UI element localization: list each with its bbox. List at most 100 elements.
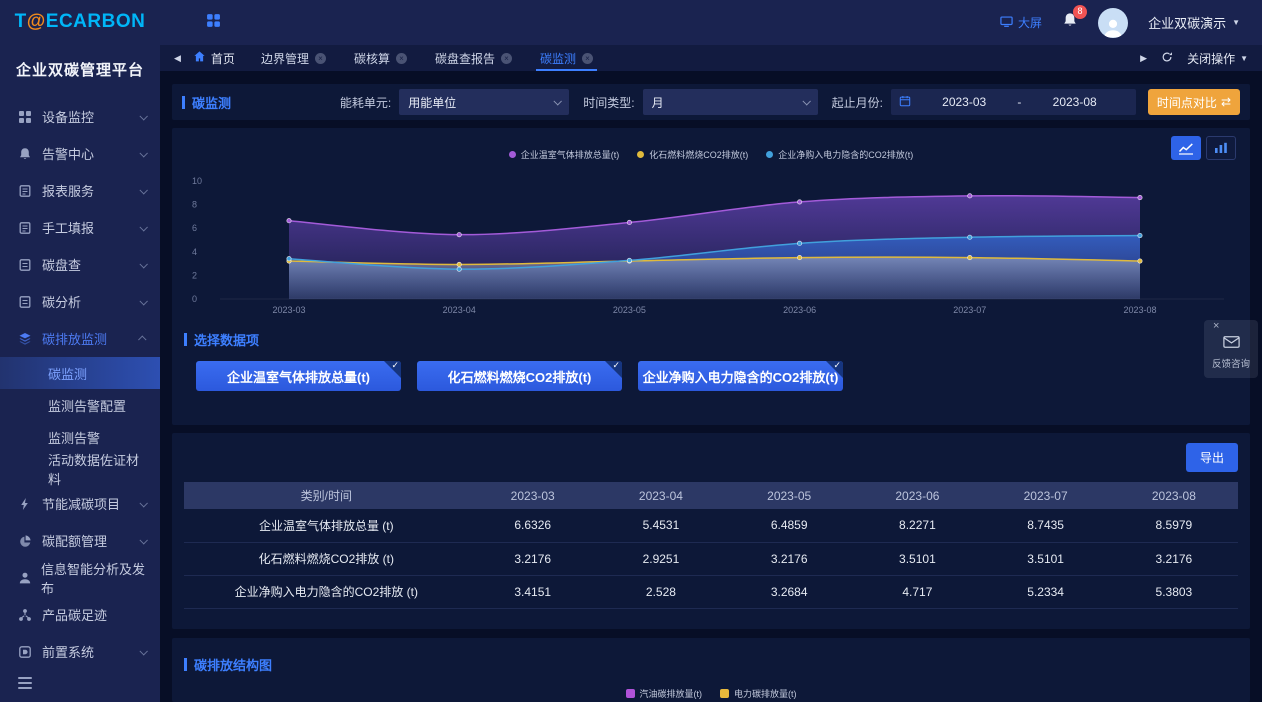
person-icon	[18, 570, 32, 585]
tab-3[interactable]: 碳监测×	[540, 45, 593, 71]
legend-label: 电力碳排放量(t)	[734, 687, 797, 700]
svg-text:2023-05: 2023-05	[613, 305, 646, 315]
tab-1[interactable]: 碳核算×	[354, 45, 407, 71]
structure-legend-item[interactable]: 电力碳排放量(t)	[720, 687, 797, 700]
svg-text:2: 2	[192, 270, 197, 280]
select-data-header: 选择数据项	[184, 330, 1238, 349]
legend-label: 企业净购入电力隐含的CO2排放(t)	[778, 148, 913, 161]
sidebar-item-label: 产品碳足迹	[42, 605, 107, 624]
sidebar-item-14[interactable]: 产品碳足迹	[0, 596, 160, 633]
legend-item[interactable]: 化石燃料燃烧CO2排放(t)	[637, 148, 748, 161]
sidebar-item-6[interactable]: 碳排放监测	[0, 320, 160, 357]
table-cell: 3.5101	[982, 542, 1110, 575]
tab-0[interactable]: 边界管理 ×	[261, 45, 326, 71]
tabs-scroll-left-icon[interactable]: ◀	[174, 53, 181, 64]
tab-2[interactable]: 碳盘查报告×	[435, 45, 512, 71]
notification-badge: 8	[1073, 5, 1087, 19]
legend-item[interactable]: 企业温室气体排放总量(t)	[509, 148, 620, 161]
org-switcher[interactable]: 企业双碳演示 ▼	[1148, 13, 1240, 32]
data-item-button-1[interactable]: 化石燃料燃烧CO2排放(t)✓	[417, 361, 622, 391]
sidebar-item-13[interactable]: 信息智能分析及发布	[0, 559, 160, 596]
sidebar-item-label: 碳配额管理	[42, 531, 107, 550]
sidebar-item-label: 手工填报	[42, 218, 94, 237]
sidebar-item-3[interactable]: 手工填报	[0, 209, 160, 246]
sidebar-item-15[interactable]: 前置系统	[0, 633, 160, 670]
table-cell: 3.2684	[725, 575, 853, 608]
date-range-input[interactable]: 2023-03 - 2023-08	[891, 89, 1136, 115]
chevron-down-icon	[139, 297, 147, 305]
notifications-button[interactable]: 8	[1062, 12, 1078, 33]
date-range-label: 起止月份:	[832, 94, 883, 111]
caret-down-icon: ▼	[1232, 18, 1240, 27]
sidebar-item-11[interactable]: 节能减碳项目	[0, 485, 160, 522]
app-root: T@ECARBON 企业双碳管理平台 设备监控告警中心报表服务手工填报碳盘查碳分…	[0, 0, 1262, 702]
svg-text:0: 0	[192, 294, 197, 304]
tab-close-icon[interactable]: ×	[582, 53, 593, 64]
emissions-table: 类别/时间2023-032023-042023-052023-062023-07…	[184, 482, 1238, 609]
calendar-icon	[899, 95, 911, 110]
legend-dot-icon	[637, 151, 644, 158]
title-accent-bar	[182, 96, 185, 109]
sidebar-subitem-8[interactable]: 监测告警配置	[0, 389, 160, 421]
export-button[interactable]: 导出	[1186, 443, 1238, 472]
check-icon: ✓	[391, 360, 399, 371]
sidebar-item-5[interactable]: 碳分析	[0, 283, 160, 320]
tab-close-icon[interactable]: ×	[315, 53, 326, 64]
time-type-value: 月	[652, 94, 664, 111]
legend-item[interactable]: 企业净购入电力隐含的CO2排放(t)	[766, 148, 913, 161]
chevron-down-icon	[139, 499, 147, 507]
structure-legend: 汽油碳排放量(t) 电力碳排放量(t)	[184, 687, 1238, 700]
table-row: 企业温室气体排放总量 (t)6.63265.45316.48598.22718.…	[184, 509, 1238, 542]
structure-legend-item[interactable]: 汽油碳排放量(t)	[626, 687, 703, 700]
legend-swatch-icon	[720, 689, 729, 698]
sidebar-subitem-9[interactable]: 监测告警	[0, 421, 160, 453]
table-cell: 3.4151	[469, 575, 597, 608]
sidebar-subitem-7[interactable]: 碳监测	[0, 357, 160, 389]
sidebar-item-label: 碳盘查	[42, 255, 81, 274]
check-icon: ✓	[612, 360, 620, 371]
tab-close-icon[interactable]: ×	[396, 53, 407, 64]
collapse-menu-icon[interactable]	[0, 670, 160, 702]
sidebar-item-1[interactable]: 告警中心	[0, 135, 160, 172]
tab-label: 边界管理	[261, 50, 309, 67]
tabs-scroll-right-icon[interactable]: ▶	[1140, 53, 1147, 64]
big-screen-button[interactable]: 大屏	[1000, 14, 1042, 31]
logo-at-icon: @	[27, 11, 46, 33]
date-end-value: 2023-08	[1021, 95, 1128, 109]
close-icon[interactable]: ×	[1213, 320, 1219, 332]
emissions-area-chart: 02468102023-032023-042023-052023-062023-…	[184, 167, 1238, 317]
bar-chart-toggle[interactable]	[1206, 136, 1236, 160]
sidebar-item-label: 碳排放监测	[42, 329, 107, 348]
time-type-select[interactable]: 月	[643, 89, 818, 115]
home-icon	[193, 50, 206, 66]
line-chart-toggle[interactable]	[1171, 136, 1201, 160]
chart-legend: 企业温室气体排放总量(t) 化石燃料燃烧CO2排放(t) 企业净购入电力隐含的CO2…	[184, 128, 1238, 161]
feedback-widget[interactable]: × 反馈咨询	[1204, 320, 1258, 378]
table-cell: 3.2176	[469, 542, 597, 575]
sidebar-item-2[interactable]: 报表服务	[0, 172, 160, 209]
data-item-label: 企业温室气体排放总量(t)	[227, 367, 370, 386]
close-operations-dropdown[interactable]: 关闭操作 ▼	[1187, 50, 1248, 67]
filter-bar: 碳监测 能耗单元: 用能单位 时间类型: 月 起止月份: 2023-03 -	[172, 84, 1250, 120]
sidebar-item-label: 设备监控	[42, 107, 94, 126]
legend-swatch-icon	[626, 689, 635, 698]
avatar[interactable]	[1098, 8, 1128, 38]
tab-close-icon[interactable]: ×	[501, 53, 512, 64]
emissions-table-panel: 导出 类别/时间2023-032023-042023-052023-062023…	[172, 433, 1250, 629]
sidebar-subitem-10[interactable]: 活动数据佐证材料	[0, 453, 160, 485]
sidebar-item-12[interactable]: 碳配额管理	[0, 522, 160, 559]
time-point-compare-button[interactable]: 时间点对比 ⇄	[1148, 89, 1240, 115]
apps-grid-icon[interactable]	[206, 13, 221, 33]
home-tab[interactable]: 首页	[193, 50, 235, 67]
energy-unit-select[interactable]: 用能单位	[399, 89, 569, 115]
data-item-button-2[interactable]: 企业净购入电力隐含的CO2排放(t)✓	[638, 361, 843, 391]
grid-icon	[18, 109, 33, 124]
compare-button-label: 时间点对比	[1157, 94, 1217, 111]
refresh-icon[interactable]	[1161, 51, 1173, 66]
table-cell: 2.528	[597, 575, 725, 608]
sidebar-item-0[interactable]: 设备监控	[0, 98, 160, 135]
data-item-button-0[interactable]: 企业温室气体排放总量(t) ✓	[196, 361, 401, 391]
org-name: 企业双碳演示	[1148, 13, 1226, 32]
sidebar-item-label: 报表服务	[42, 181, 94, 200]
sidebar-item-4[interactable]: 碳盘查	[0, 246, 160, 283]
